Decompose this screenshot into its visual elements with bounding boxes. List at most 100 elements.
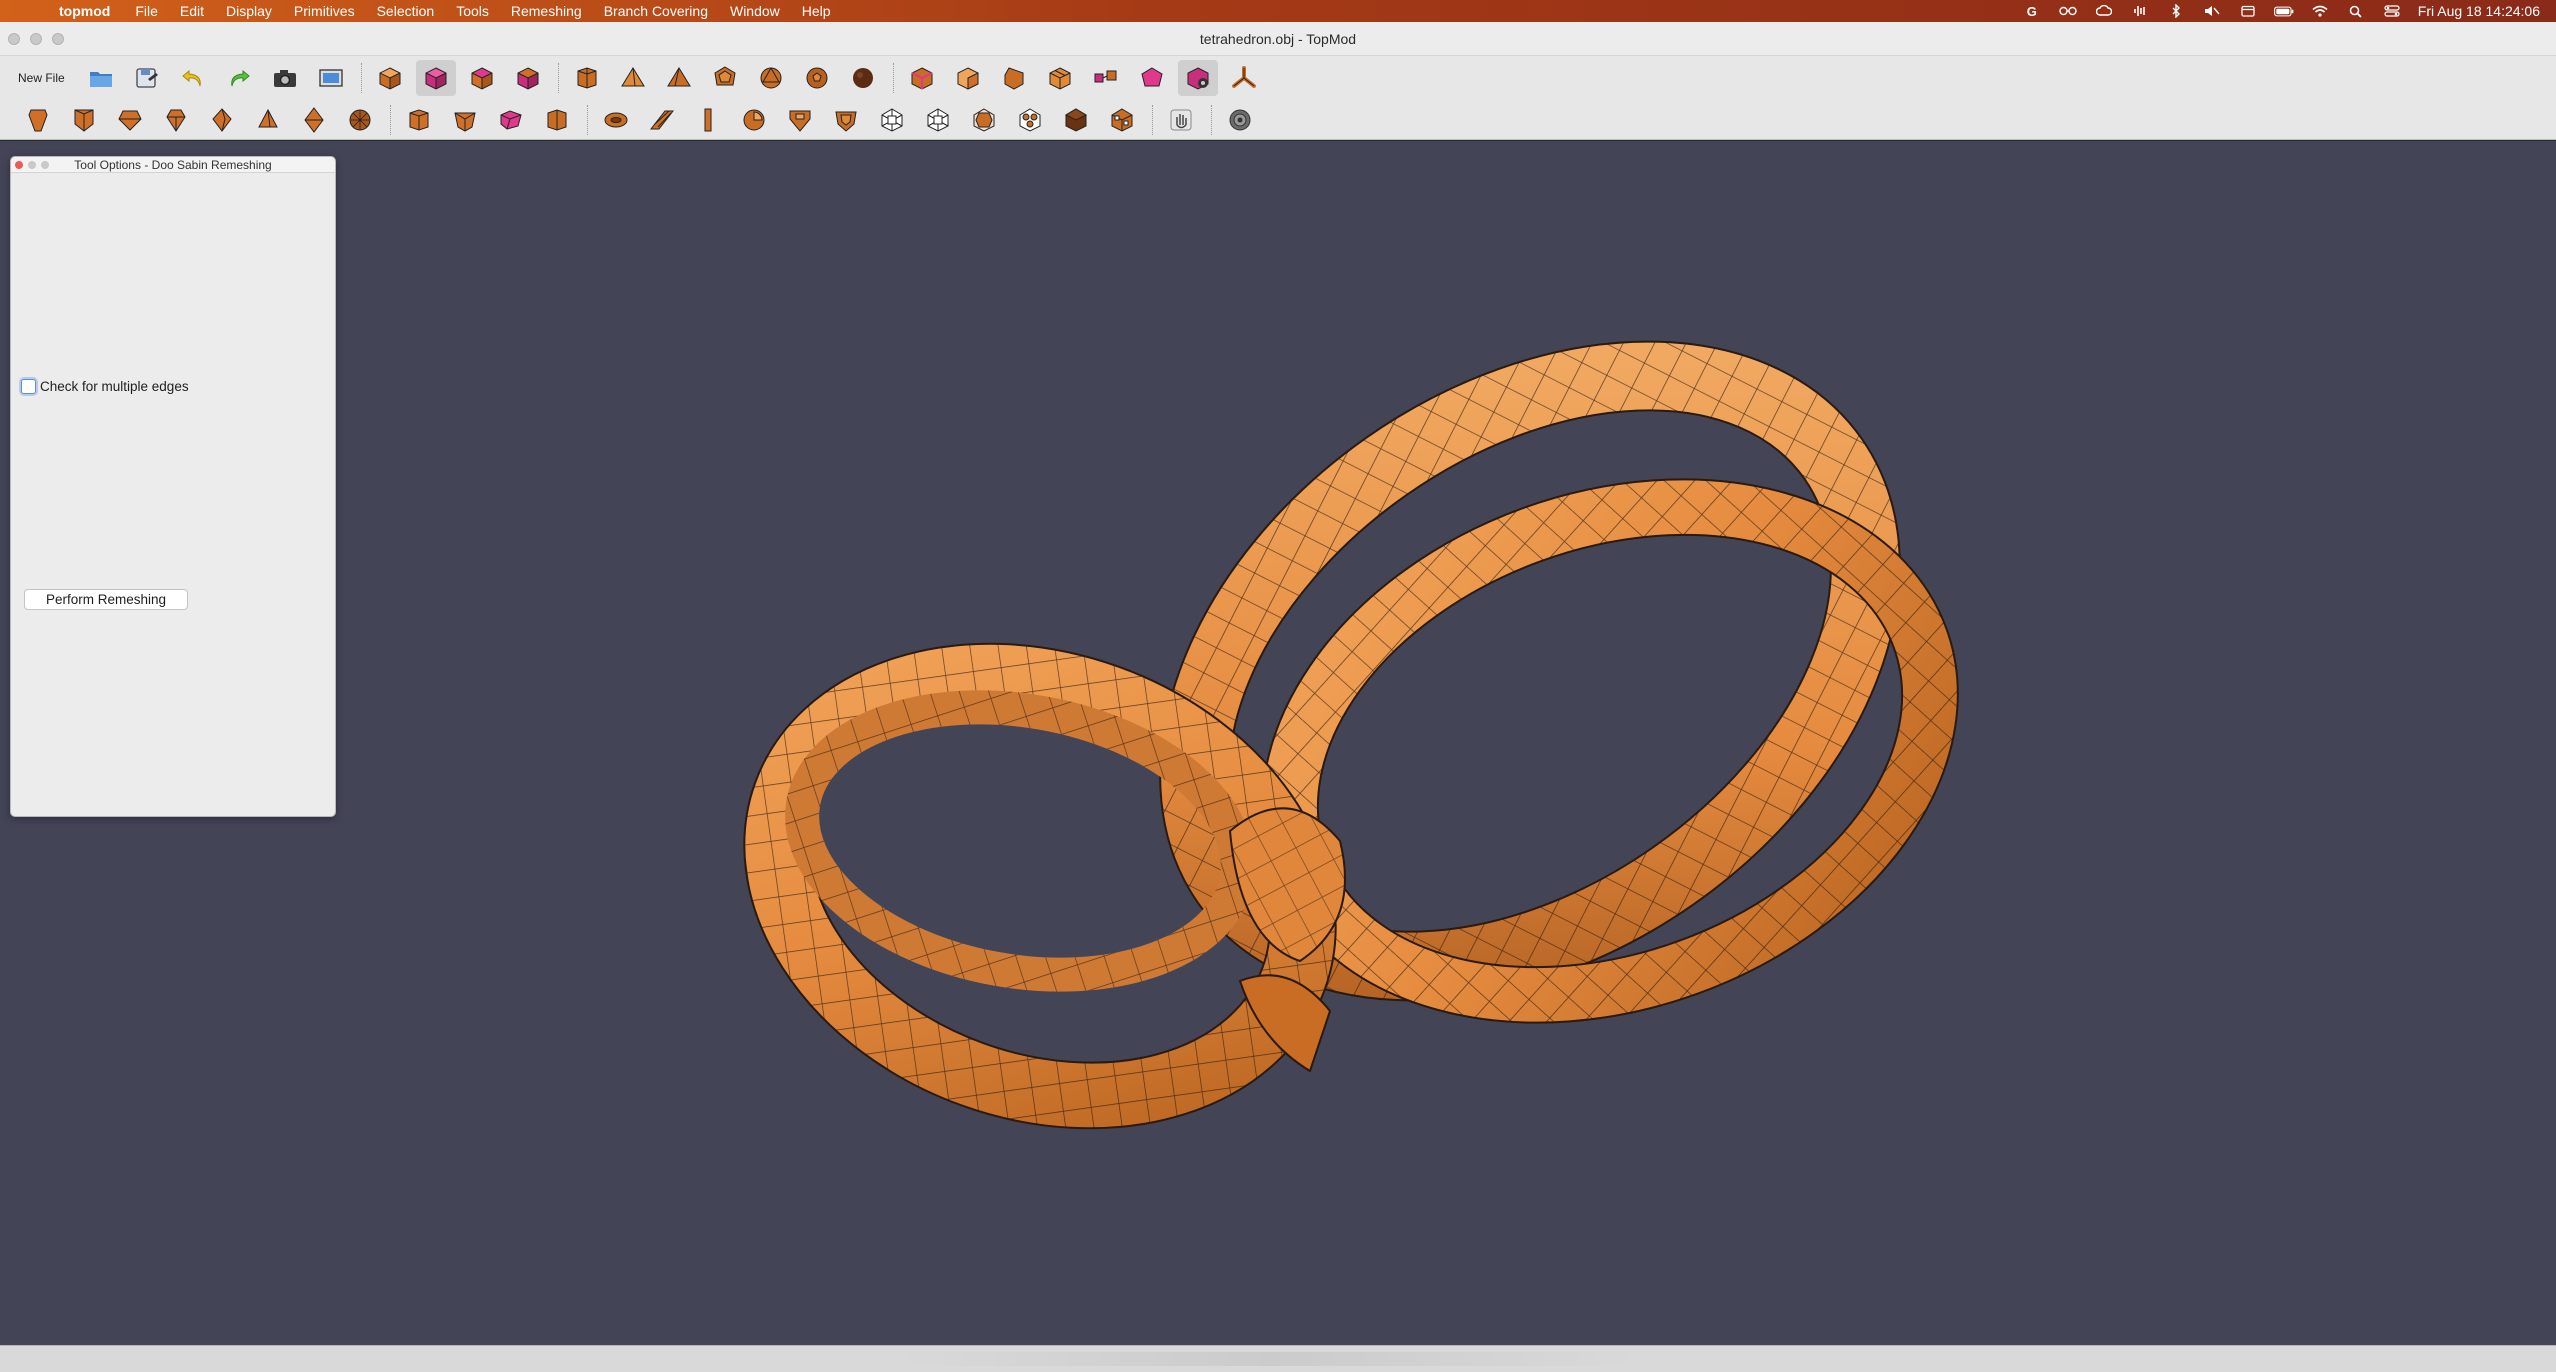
close-window-button[interactable] (8, 33, 20, 45)
zoom-window-button[interactable] (52, 33, 64, 45)
extrude-cube-icon[interactable] (18, 102, 58, 138)
doo-sabin-icon[interactable] (826, 102, 866, 138)
insert-edge-icon[interactable] (902, 60, 942, 96)
extrude-icosa-icon[interactable] (156, 102, 196, 138)
tetrahedron-icon[interactable] (613, 60, 653, 96)
google-icon[interactable]: G (2022, 4, 2042, 19)
mute-icon[interactable] (2202, 4, 2222, 18)
crust-icon[interactable] (399, 102, 439, 138)
loop-icon[interactable] (734, 102, 774, 138)
cube-select-face-icon[interactable] (508, 60, 548, 96)
menu-edit[interactable]: Edit (169, 3, 215, 19)
collapse-edge-icon[interactable] (994, 60, 1034, 96)
hand-icon[interactable] (1161, 102, 1201, 138)
cube-icon[interactable] (370, 60, 410, 96)
menu-selection[interactable]: Selection (366, 3, 446, 19)
connect-faces-icon[interactable] (1086, 60, 1126, 96)
open-icon[interactable] (81, 60, 121, 96)
cylinder-icon[interactable] (567, 60, 607, 96)
icosahedron-icon[interactable] (751, 60, 791, 96)
gear-icon[interactable] (1220, 102, 1260, 138)
wireframe-icon[interactable] (445, 102, 485, 138)
3d-viewport[interactable] (0, 141, 2556, 1345)
toolbar-separator (360, 63, 362, 93)
menu-primitives[interactable]: Primitives (283, 3, 366, 19)
battery-icon[interactable] (2273, 4, 2294, 18)
save-icon[interactable] (127, 60, 167, 96)
new-file-button[interactable]: New File (14, 71, 69, 85)
redo-icon[interactable] (219, 60, 259, 96)
multiple-edges-checkbox[interactable] (21, 379, 36, 394)
close-panel-button[interactable] (15, 161, 23, 169)
window-title: tetrahedron.obj - TopMod (1199, 30, 1357, 47)
conical-icon[interactable] (688, 102, 728, 138)
sphere-icon[interactable] (843, 60, 883, 96)
creative-cloud-icon[interactable] (2094, 4, 2114, 18)
tool-options-titlebar[interactable]: Tool Options - Doo Sabin Remeshing (11, 157, 335, 173)
glasses-icon[interactable] (2058, 4, 2078, 18)
status-area: G Fri Aug 18 14:24:06 (2022, 3, 2556, 19)
stellate-icon[interactable] (1177, 60, 1218, 96)
status-bar (0, 1345, 2556, 1372)
menubar-clock[interactable]: Fri Aug 18 14:24:06 (2418, 3, 2540, 19)
delete-edge-icon[interactable] (948, 60, 988, 96)
dodecahedron-icon[interactable] (705, 60, 745, 96)
stellate-tool-icon[interactable] (248, 102, 288, 138)
minimize-window-button[interactable] (30, 33, 42, 45)
wifi-icon[interactable] (2310, 4, 2330, 18)
menu-tools[interactable]: Tools (445, 3, 500, 19)
soccerball-icon[interactable] (797, 60, 837, 96)
control-center-icon[interactable] (2382, 4, 2402, 18)
undo-icon[interactable] (173, 60, 213, 96)
boolean-icon[interactable] (1102, 102, 1142, 138)
pyramid-icon[interactable] (659, 60, 699, 96)
audio-icon[interactable] (2130, 4, 2150, 18)
sierpinsky-icon[interactable] (537, 102, 577, 138)
spotlight-icon[interactable] (2346, 4, 2366, 18)
extrude-icon[interactable] (1132, 60, 1172, 96)
multiple-edges-label[interactable]: Check for multiple edges (40, 379, 189, 394)
perform-remeshing-button[interactable]: Perform Remeshing (24, 589, 188, 610)
dome-icon[interactable] (340, 102, 380, 138)
menu-branch-covering[interactable]: Branch Covering (593, 3, 719, 19)
calendar-icon[interactable] (2238, 4, 2258, 18)
honeycomb-icon[interactable] (872, 102, 912, 138)
extrude-doo-sabin-icon[interactable] (64, 102, 104, 138)
screenshot-icon[interactable] (265, 60, 305, 96)
menu-display[interactable]: Display (215, 3, 283, 19)
extrude-dodeca-icon[interactable] (110, 102, 150, 138)
toolbar-separator (557, 63, 559, 93)
menu-app-name[interactable]: topmod (48, 3, 124, 19)
vertex-cut-icon[interactable] (964, 102, 1004, 138)
zoom-panel-button[interactable] (41, 161, 49, 169)
bluetooth-icon[interactable] (2166, 4, 2186, 18)
pentagonal-icon[interactable] (1010, 102, 1050, 138)
menu-remeshing[interactable]: Remeshing (500, 3, 593, 19)
window-controls (8, 33, 64, 45)
branch-icon[interactable] (1224, 60, 1264, 96)
render-icon[interactable] (311, 60, 351, 96)
root3-icon[interactable] (918, 102, 958, 138)
screen: topmod File Edit Display Primitives Sele… (0, 0, 2556, 1372)
menu-window[interactable]: Window (719, 3, 791, 19)
cube-select-edge-icon[interactable] (462, 60, 502, 96)
subdivide-edge-icon[interactable] (1040, 60, 1080, 96)
tool-options-title: Tool Options - Doo Sabin Remeshing (74, 157, 272, 172)
double-stellate-icon[interactable] (294, 102, 334, 138)
cube-select-vertex-icon[interactable] (415, 60, 456, 96)
menu-help[interactable]: Help (791, 3, 842, 19)
status-bar-grip (900, 1352, 1640, 1366)
minimize-panel-button[interactable] (28, 161, 36, 169)
dual-icon[interactable] (1056, 102, 1096, 138)
hole-icon[interactable] (642, 102, 682, 138)
mesh-model[interactable] (0, 141, 2556, 1345)
multiple-edges-option[interactable]: Check for multiple edges (21, 379, 189, 394)
extrude-octa-icon[interactable] (202, 102, 242, 138)
menu-file[interactable]: File (124, 3, 169, 19)
toolbar-separator (1152, 104, 1153, 135)
remeshing-toolbar (0, 100, 2556, 140)
column-icon[interactable] (491, 102, 531, 138)
toolbar-separator (587, 104, 588, 135)
multi-face-icon[interactable] (596, 102, 636, 138)
catmull-clark-icon[interactable] (780, 102, 820, 138)
